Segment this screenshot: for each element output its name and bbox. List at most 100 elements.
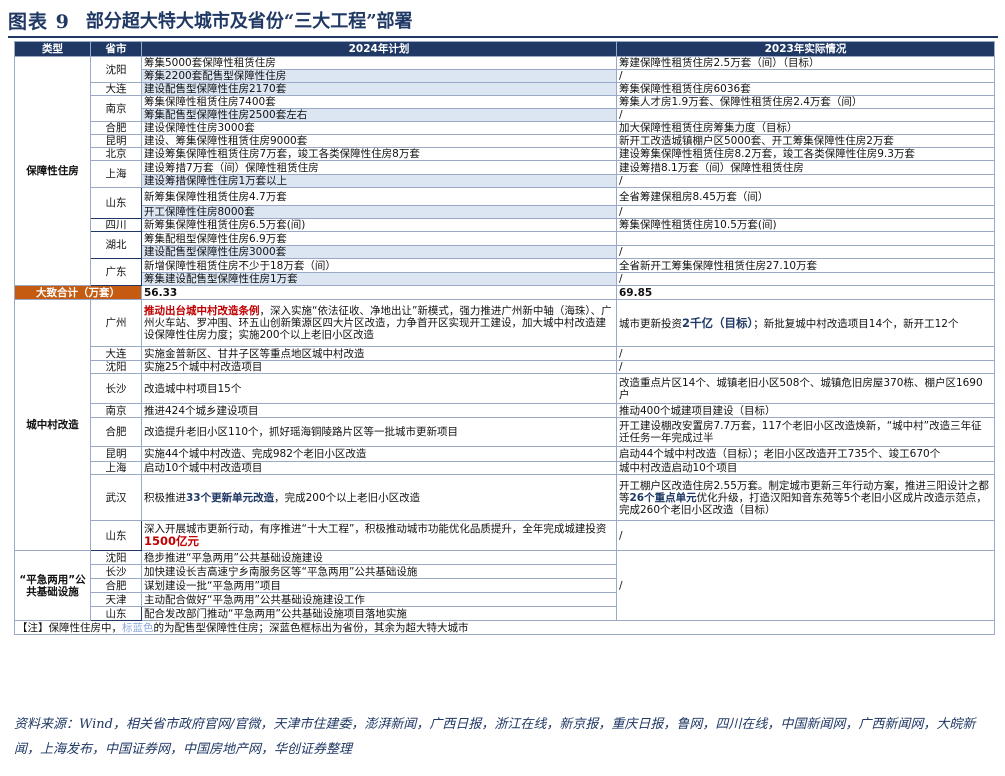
actual-cell: 开工建设棚改安置房7.7万套，117个老旧小区改造焕新，“城中村”改造三年征迁任…	[616, 417, 995, 447]
actual-cell: /	[616, 245, 995, 259]
city-cell: 南京	[90, 403, 142, 418]
plan-cell: 新增保障性租赁住房不少于18万套（间）	[141, 258, 617, 273]
actual-cell: 城中村改造启动10个项目	[616, 461, 995, 475]
total-actual: 69.85	[616, 285, 995, 300]
actual-highlight: 26个重点单元	[629, 491, 697, 504]
plan-cell: 筹集保障性租赁住房7400套	[141, 95, 617, 109]
table-row: 山东 深入开展城市更新行动，有序推进“十大工程”，积极推动城市功能优化品质提升，…	[15, 520, 995, 551]
actual-cell: 筹集保障性租赁住房6036套	[616, 82, 995, 96]
plan-cell: 建设筹集保障性租赁住房7万套，竣工各类保障性住房8万套	[141, 147, 617, 161]
actual-cell: 启动44个城中村改造（目标）；老旧小区改造开工735个、竣工670个	[616, 446, 995, 462]
actual-cell: /	[616, 360, 995, 374]
actual-cell: /	[616, 69, 995, 83]
actual-text: ；新批复城中村改造项目14个，新开工12个	[753, 317, 959, 330]
plan-cell: 开工保障性住房8000套	[141, 205, 617, 219]
table-header-row: 类型 省市 2024年计划 2023年实际情况	[14, 41, 995, 57]
table-row: 昆明 实施44个城中村改造、完成982个老旧小区改造 启动44个城中村改造（目标…	[15, 446, 995, 462]
actual-cell: 全省新开工筹集保障性租赁住房27.10万套	[616, 258, 995, 273]
actual-cell: 全省筹建保租房8.45万套（间）	[616, 187, 995, 206]
table-row: 长沙 改造城中村项目15个 改造重点片区14个、城镇老旧小区508个、城镇危旧房…	[15, 373, 995, 404]
province-cell: 山东	[90, 520, 142, 551]
table-row: 开工保障性住房8000套 /	[15, 205, 995, 219]
actual-text: 城市更新投资	[619, 317, 682, 330]
actual-cell: 城市更新投资2千亿（目标）；新批复城中村改造项目14个，新开工12个	[616, 299, 995, 347]
plan-highlight: 推动出台城中村改造条例	[144, 305, 260, 317]
plan-cell: 筹集2200套配售型保障性住房	[141, 69, 617, 83]
note-light-blue: 标蓝色	[122, 621, 154, 634]
actual-cell: 推动400个城建项目建设（目标）	[616, 403, 995, 418]
province-cell: 广东	[90, 258, 142, 286]
note-row: 【注】保障性住房中，标蓝色的为配售型保障性住房；深蓝色框标出为省份，其余为超大特…	[14, 620, 995, 635]
actual-cell: 筹集保障性租赁住房10.5万套(间)	[616, 218, 995, 232]
actual-cell: 开工棚户区改造住房2.55万套。制定城市更新三年行动方案，推进三阳设计之都等26…	[616, 474, 995, 521]
city-cell: 大连	[90, 346, 142, 361]
plan-cell: 建设筹措保障性住房1万套以上	[141, 174, 617, 188]
table-row: 昆明 建设、筹集保障性租赁住房9000套 新开工改造城镇棚户区5000套、开工筹…	[15, 134, 995, 148]
city-cell: 上海	[90, 461, 142, 475]
plan-cell: 建设保障性住房3000套	[141, 121, 617, 135]
plan-cell: 积极推进33个更新单元改造，完成200个以上老旧小区改造	[141, 474, 617, 521]
table-row: 北京 建设筹集保障性租赁住房7万套，竣工各类保障性住房8万套 建设筹集保障性租赁…	[15, 147, 995, 161]
actual-cell	[616, 231, 995, 246]
city-cell: 合肥	[90, 417, 142, 447]
plan-text: ，完成200个以上老旧小区改造	[274, 491, 421, 504]
actual-cell: /	[616, 346, 995, 361]
table-note: 【注】保障性住房中，标蓝色的为配售型保障性住房；深蓝色框标出为省份，其余为超大特…	[14, 620, 995, 635]
actual-cell: /	[616, 108, 995, 122]
actual-highlight: 2千亿（目标）	[682, 315, 754, 330]
table-row: 上海 启动10个城中村改造项目 城中村改造启动10个项目	[15, 461, 995, 475]
plan-cell: 筹集5000套保障性租赁住房	[141, 56, 617, 70]
table-row: 湖北 筹集配租型保障性住房6.9万套	[15, 231, 995, 259]
actual-cell: /	[616, 520, 995, 551]
plan-cell: 推动出台城中村改造条例，深入实施“依法征收、净地出让”新模式，强力推进广州新中轴…	[141, 299, 617, 347]
city-cell: 沈阳	[90, 360, 142, 374]
plan-cell: 改造提升老旧小区110个，抓好瑶海铜陵路片区等一批城市更新项目	[141, 417, 617, 447]
province-cell: 山东	[90, 606, 142, 621]
province-cell: 山东	[90, 187, 142, 219]
plan-cell: 深入开展城市更新行动，有序推进“十大工程”，积极推动城市功能优化品质提升，全年完…	[141, 520, 617, 551]
actual-cell: 改造重点片区14个、城镇老旧小区508个、城镇危旧房屋370栋、棚户区1690户	[616, 373, 995, 404]
table-row: 筹集建设配售型保障性住房1万套 /	[15, 272, 995, 286]
actual-cell: /	[616, 550, 995, 621]
figure-number: 图表 9	[8, 10, 70, 33]
table-row: 武汉 积极推进33个更新单元改造，完成200个以上老旧小区改造 开工棚户区改造住…	[15, 474, 995, 521]
table-row: 合肥 改造提升老旧小区110个，抓好瑶海铜陵路片区等一批城市更新项目 开工建设棚…	[15, 417, 995, 447]
actual-cell: 建设筹集保障性租赁住房8.2万套，竣工各类保障性住房9.3万套	[616, 147, 995, 161]
table-row: 城中村改造 广州 推动出台城中村改造条例，深入实施“依法征收、净地出让”新模式，…	[14, 299, 995, 551]
plan-highlight: 1500亿元	[144, 534, 200, 548]
city-cell: 上海	[90, 160, 142, 188]
plan-cell: 改造城中村项目15个	[141, 373, 617, 404]
city-cell: 合肥	[90, 121, 142, 135]
category-dual-use: “平急两用”公共基础设施	[14, 550, 91, 621]
header-type: 类型	[14, 41, 91, 57]
table-row: 四川 新筹集保障性租赁住房6.5万套(间) 筹集保障性租赁住房10.5万套(间)	[15, 218, 995, 232]
note-prefix: 【注】保障性住房中，	[17, 621, 122, 634]
table-row: 南京 推进424个城乡建设项目 推动400个城建项目建设（目标）	[15, 403, 995, 418]
plan-cell: 新筹集保障性租赁住房6.5万套(间)	[141, 218, 617, 232]
figure-title-text: 部分超大特大城市及省份“三大工程”部署	[85, 11, 413, 32]
note-rest: 的为配售型保障性住房；深蓝色框标出为省份，其余为超大特大城市	[153, 621, 469, 634]
source-note: 资料来源：Wind，相关省市政府官网/官微，天津市住建委，澎湃新闻，广西日报，浙…	[14, 717, 976, 757]
table-row: 合肥 建设保障性住房3000套 加大保障性租赁住房筹集力度（目标）	[15, 121, 995, 135]
city-cell: 长沙	[90, 564, 142, 579]
plan-cell: 主动配合做好“平急两用”公共基础设施建设工作	[141, 592, 617, 607]
city-cell: 沈阳	[90, 56, 142, 83]
table-row: 建设配售型保障性住房3000套 /	[15, 245, 995, 259]
plan-cell: 建设、筹集保障性租赁住房9000套	[141, 134, 617, 148]
city-cell: 昆明	[90, 134, 142, 148]
city-cell: 沈阳	[90, 550, 142, 565]
table-row: 筹集配售型保障性住房2500套左右 /	[15, 108, 995, 122]
plan-cell: 稳步推进“平急两用”公共基础设施建设	[141, 550, 617, 565]
table-row: 保障性住房 沈阳 筹集5000套保障性租赁住房 筹建保障性租赁住房2.5万套（间…	[14, 56, 995, 286]
table-row: 山东 新筹集保障性租赁住房4.7万套 全省筹建保租房8.45万套（间）	[15, 187, 995, 219]
plan-text: 积极推进	[144, 491, 186, 504]
header-city: 省市	[90, 41, 142, 57]
city-cell: 长沙	[90, 373, 142, 404]
actual-cell: 新开工改造城镇棚户区5000套、开工筹集保障性住房2万套	[616, 134, 995, 148]
table-row: “平急两用”公共基础设施 沈阳 稳步推进“平急两用”公共基础设施建设 /	[14, 550, 995, 621]
city-cell: 武汉	[90, 474, 142, 521]
actual-cell: /	[616, 205, 995, 219]
plan-cell: 加快建设长吉高速宁乡南服务区等“平急两用”公共基础设施	[141, 564, 617, 579]
actual-cell: 加大保障性租赁住房筹集力度（目标）	[616, 121, 995, 135]
deployment-table: 类型 省市 2024年计划 2023年实际情况 保障性住房 沈阳 筹集5000套…	[14, 41, 995, 635]
